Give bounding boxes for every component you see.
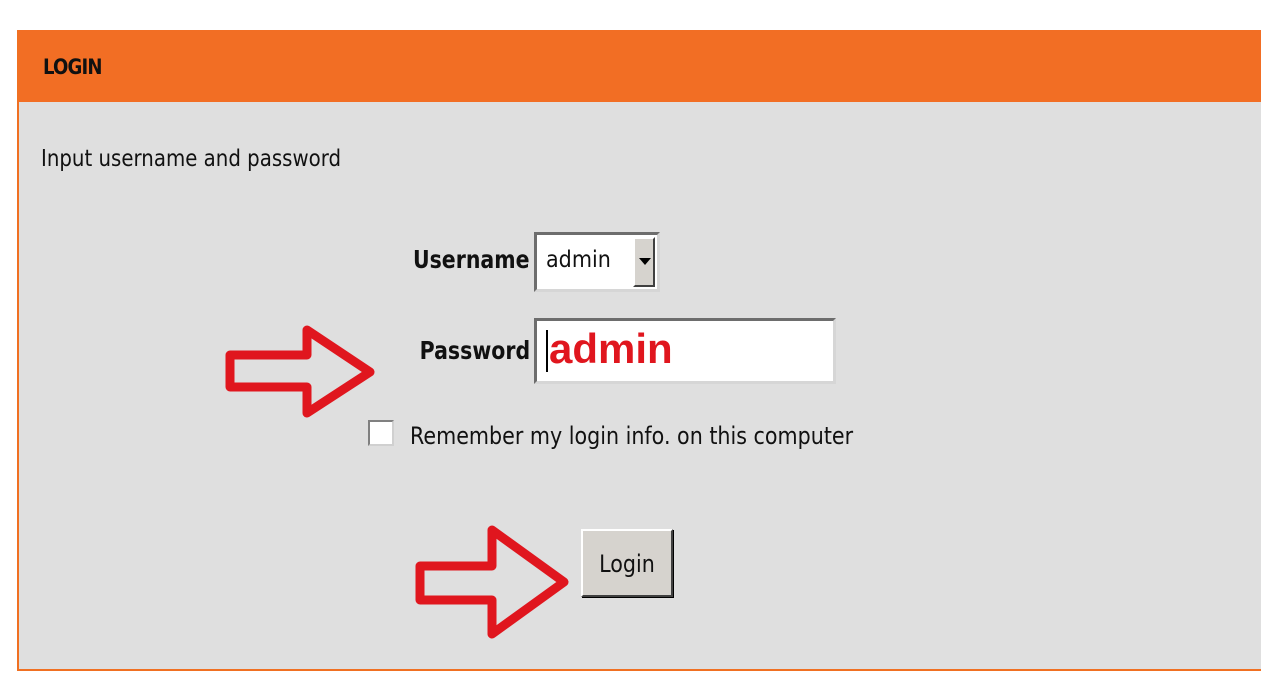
text-caret [546, 330, 548, 372]
red-arrow-icon [225, 325, 375, 418]
login-button-label: Login [599, 550, 655, 578]
username-select[interactable]: admin [534, 232, 660, 292]
chevron-down-icon[interactable] [633, 237, 655, 287]
remember-label: Remember my login info. on this computer [410, 422, 854, 450]
username-label: Username : [413, 245, 545, 274]
remember-checkbox[interactable] [368, 420, 394, 446]
red-arrow-icon [415, 525, 569, 639]
username-selected-value: admin [546, 247, 611, 273]
password-annotation-text: admin [549, 325, 673, 372]
login-header: LOGIN [19, 30, 1261, 102]
login-button[interactable]: Login [581, 529, 673, 597]
page-title: LOGIN [43, 55, 102, 79]
password-input[interactable]: admin [534, 318, 836, 384]
instructions-text: Input username and password [41, 146, 342, 172]
password-label: Password : [419, 336, 545, 365]
